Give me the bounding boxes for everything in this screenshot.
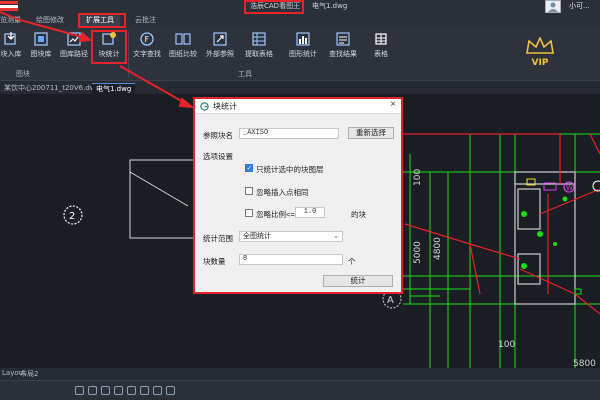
ignore-same-insertion-label: 忽略插入点相同: [256, 188, 309, 197]
reselect-button[interactable]: 重新选择: [348, 127, 394, 139]
scale-threshold-input[interactable]: 1.0: [295, 207, 325, 218]
only-selected-layer-label: 只统计选中的块图层: [256, 165, 324, 174]
ignore-scale-suffix: 的块: [351, 210, 366, 219]
app-icon: [200, 102, 209, 111]
block-name-field[interactable]: _AXISO: [239, 128, 339, 139]
count-label: 块数量: [203, 257, 226, 266]
chevron-down-icon: ⌄: [333, 233, 339, 240]
close-icon[interactable]: ×: [390, 99, 396, 110]
only-selected-layer-checkbox[interactable]: [245, 164, 253, 172]
scope-select[interactable]: 全图统计 ⌄: [239, 231, 343, 242]
ignore-scale-checkbox[interactable]: [245, 209, 253, 217]
ignore-same-insertion-checkbox[interactable]: [245, 187, 253, 195]
ignore-scale-label: 忽略比例<=: [256, 210, 295, 219]
options-label: 选项设置: [203, 152, 233, 161]
stats-button[interactable]: 统计: [323, 275, 393, 287]
dialog-title: 块统计: [213, 102, 237, 111]
count-field: 8: [239, 254, 343, 265]
block-name-label: 参照块名: [203, 131, 233, 140]
block-stats-dialog: 块统计 × 参照块名 _AXISO 重新选择 选项设置 只统计选中的块图层 忽略…: [193, 97, 403, 294]
dialog-header: 块统计 ×: [195, 99, 401, 114]
scope-label: 统计范围: [203, 234, 233, 243]
count-unit: 个: [348, 257, 356, 266]
